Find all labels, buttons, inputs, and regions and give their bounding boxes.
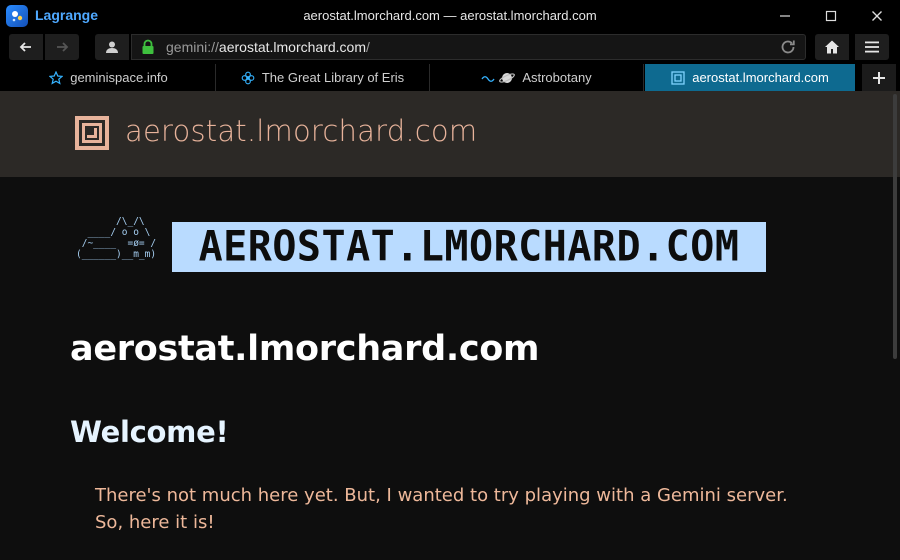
home-button[interactable] <box>815 34 849 60</box>
tab-astrobotany[interactable]: Astrobotany <box>430 64 644 91</box>
forward-button[interactable] <box>45 34 79 60</box>
flower-icon <box>241 71 255 85</box>
star-icon <box>49 70 64 85</box>
menu-button[interactable] <box>855 34 889 60</box>
url-path: / <box>365 39 370 55</box>
app-name: Lagrange <box>35 7 99 23</box>
site-banner: aerostat.lmorchard.com <box>172 222 766 272</box>
minimize-button[interactable] <box>762 0 808 32</box>
tab-bar: geminispace.info The Great Library of Er… <box>0 61 900 91</box>
square-icon <box>671 70 685 85</box>
lock-icon <box>141 39 155 60</box>
page-heading: aerostat.lmorchard.com <box>70 329 540 369</box>
close-icon <box>872 11 882 21</box>
lagrange-logo-icon <box>6 5 28 27</box>
new-tab-button[interactable] <box>862 64 896 91</box>
arrow-right-icon <box>57 42 69 52</box>
close-button[interactable] <box>854 0 900 32</box>
url-input[interactable]: gemini://aerostat.lmorchard.com/ <box>131 34 806 60</box>
page-content[interactable]: aerostat.lmorchard.com /\_/\ ____/ o o \… <box>0 91 900 560</box>
plus-icon <box>873 71 885 84</box>
arrow-left-icon <box>19 42 31 52</box>
maximize-button[interactable] <box>808 0 854 32</box>
user-icon <box>106 41 118 53</box>
minimize-icon <box>780 15 790 17</box>
home-icon <box>825 40 839 54</box>
url-host: aerostat.lmorchard.com <box>218 39 366 55</box>
tab-label: The Great Library of Eris <box>261 70 405 85</box>
tab-aerostat[interactable]: aerostat.lmorchard.com <box>645 64 855 91</box>
url-scheme: gemini:// <box>166 39 219 55</box>
back-button[interactable] <box>9 34 43 60</box>
page-header: aerostat.lmorchard.com <box>0 91 900 177</box>
banner-text: aerostat.lmorchard.com <box>198 222 740 272</box>
identity-button[interactable] <box>95 34 129 60</box>
navigation-bar: gemini://aerostat.lmorchard.com/ <box>0 32 900 61</box>
tab-label: aerostat.lmorchard.com <box>692 70 829 85</box>
maximize-icon <box>825 10 837 22</box>
welcome-paragraph: There's not much here yet. But, I wanted… <box>95 485 788 533</box>
site-square-icon <box>74 115 110 151</box>
tab-great-library-of-eris[interactable]: The Great Library of Eris <box>216 64 430 91</box>
tab-geminispace[interactable]: geminispace.info <box>2 64 216 91</box>
scrollbar[interactable] <box>893 94 897 359</box>
hamburger-menu-icon <box>865 41 879 53</box>
tab-label: geminispace.info <box>70 70 168 85</box>
ascii-art-cat: /\_/\ ____/ o o \ /~____ =ø= / (______)_… <box>76 216 157 260</box>
welcome-heading: Welcome! <box>70 415 229 449</box>
page-header-title: aerostat.lmorchard.com <box>125 114 478 148</box>
url-text: gemini://aerostat.lmorchard.com/ <box>166 39 370 55</box>
tab-label: Astrobotany <box>522 70 592 85</box>
title-bar: Lagrange aerostat.lmorchard.com — aerost… <box>0 0 900 32</box>
planet-icon <box>481 70 516 86</box>
reload-icon[interactable] <box>779 38 797 61</box>
